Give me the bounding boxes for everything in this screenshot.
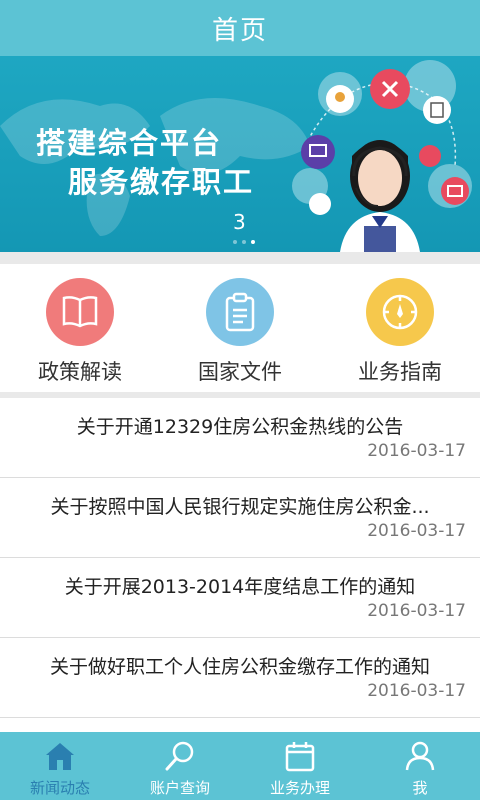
carousel-indicator[interactable] <box>233 240 255 244</box>
home-icon <box>42 739 78 773</box>
category-row: 政策解读 国家文件 业务指南 <box>0 264 480 392</box>
tab-account-query[interactable]: 账户查询 <box>120 732 240 800</box>
category-label: 国家文件 <box>198 360 282 384</box>
user-icon <box>402 739 438 773</box>
news-title: 关于按照中国人民银行规定实施住房公积金... <box>50 496 430 518</box>
tab-business-handling[interactable]: 业务办理 <box>240 732 360 800</box>
tab-label: 新闻动态 <box>29 779 90 797</box>
list-item[interactable]: 关于开展2013-2014年度结息工作的通知 2016-03-17 <box>0 558 480 638</box>
carousel-dot-active[interactable] <box>251 240 255 244</box>
list-item[interactable]: 关于开通12329住房公积金热线的公告 2016-03-17 <box>0 398 480 478</box>
page-title: 首页 <box>211 15 268 46</box>
bottom-tab-bar: 新闻动态 账户查询 业务办理 我 <box>0 732 480 800</box>
list-item[interactable]: 关于做好职工个人住房公积金缴存工作的通知 2016-03-17 <box>0 638 480 718</box>
customer-service-illustration <box>292 60 472 252</box>
tab-label: 账户查询 <box>149 779 210 797</box>
carousel-dot[interactable] <box>233 240 237 244</box>
calendar-icon <box>282 739 318 773</box>
banner-slogan-line1: 搭建综合平台 <box>36 126 223 160</box>
carousel-page-number: 3 <box>233 210 246 234</box>
tab-me[interactable]: 我 <box>360 732 480 800</box>
tab-news[interactable]: 新闻动态 <box>0 732 120 800</box>
category-label: 政策解读 <box>38 360 122 384</box>
section-divider <box>0 252 480 264</box>
search-icon <box>162 739 198 773</box>
news-date: 2016-03-17 <box>367 521 466 541</box>
news-title: 关于开通12329住房公积金热线的公告 <box>76 416 404 438</box>
carousel-dot[interactable] <box>242 240 246 244</box>
news-title: 关于开展2013-2014年度结息工作的通知 <box>64 576 416 598</box>
news-date: 2016-03-17 <box>367 681 466 701</box>
app-header: 首页 <box>0 0 480 56</box>
news-list: 关于开通12329住房公积金热线的公告 2016-03-17 关于按照中国人民银… <box>0 398 480 718</box>
category-label: 业务指南 <box>358 360 442 384</box>
compass-icon <box>366 278 434 346</box>
banner-carousel[interactable]: 搭建综合平台 服务缴存职工 3 <box>0 56 480 252</box>
clipboard-icon <box>206 278 274 346</box>
tab-label: 我 <box>412 779 428 797</box>
banner-slogan-line2: 服务缴存职工 <box>68 165 255 199</box>
category-national-documents[interactable]: 国家文件 <box>160 264 320 392</box>
category-business-guide[interactable]: 业务指南 <box>320 264 480 392</box>
news-title: 关于做好职工个人住房公积金缴存工作的通知 <box>49 656 430 678</box>
tab-label: 业务办理 <box>269 779 330 797</box>
news-date: 2016-03-17 <box>367 601 466 621</box>
open-book-icon <box>46 278 114 346</box>
category-policy-interpretation[interactable]: 政策解读 <box>0 264 160 392</box>
list-item[interactable]: 关于按照中国人民银行规定实施住房公积金... 2016-03-17 <box>0 478 480 558</box>
news-date: 2016-03-17 <box>367 441 466 461</box>
